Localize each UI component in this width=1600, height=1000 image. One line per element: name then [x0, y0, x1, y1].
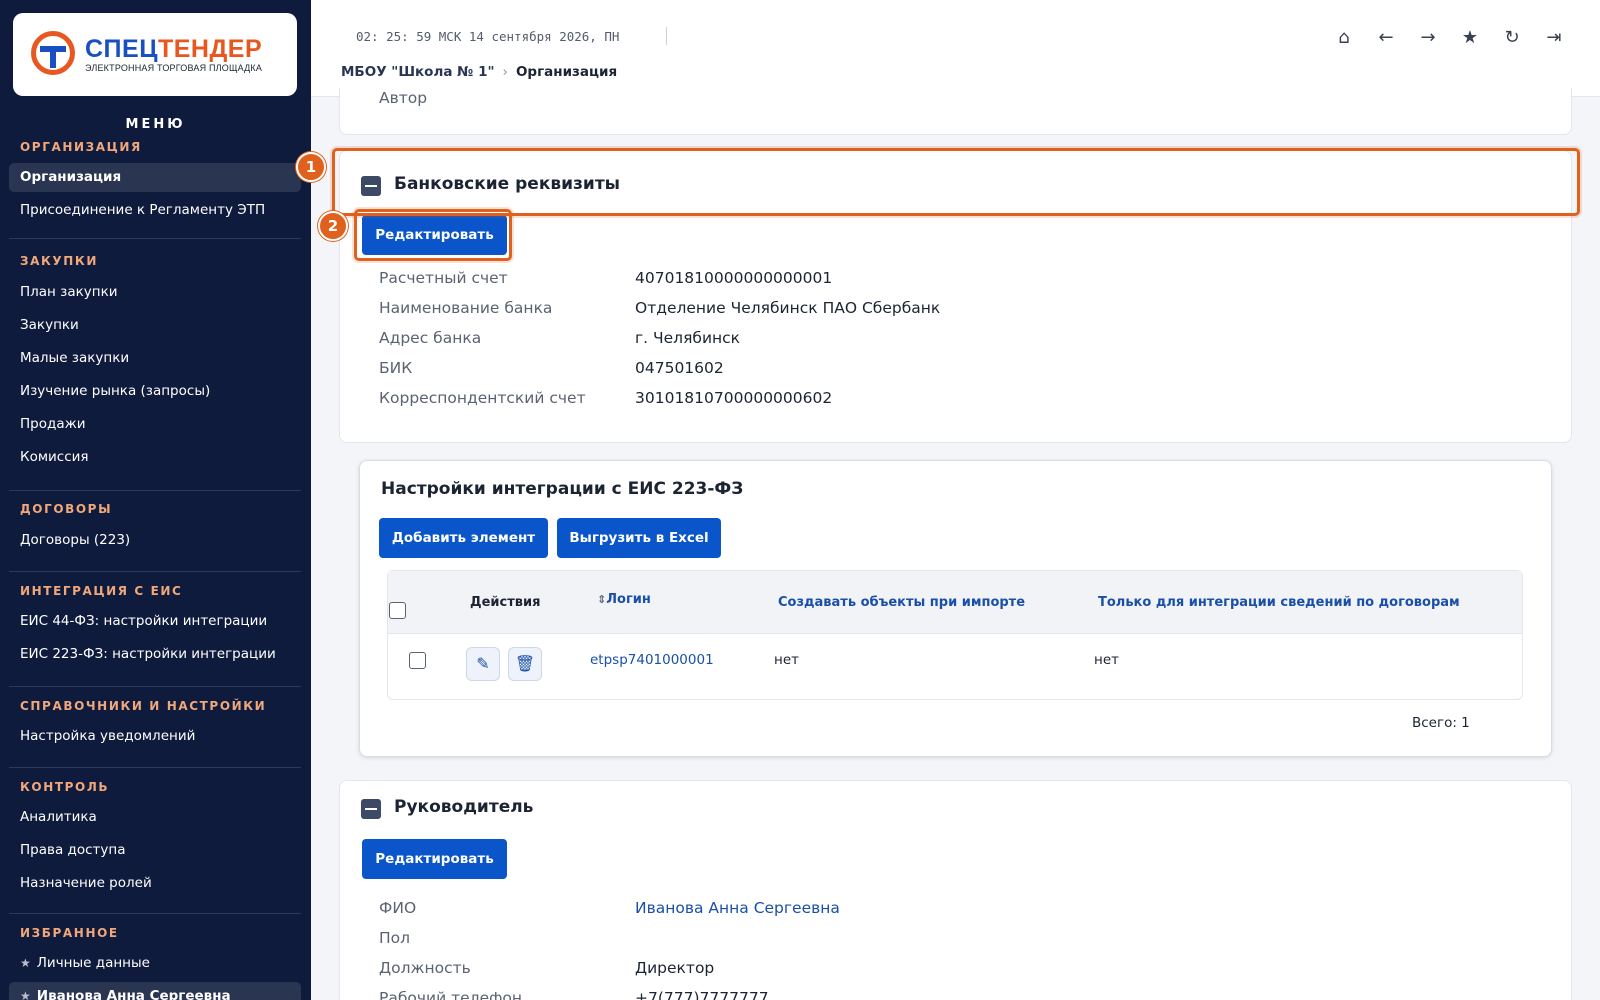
integration-table: Действия ⇕Логин Создавать объекты при им…	[387, 570, 1523, 700]
logo[interactable]: СПЕЦТЕНДЕР ЭЛЕКТРОННАЯ ТОРГОВАЯ ПЛОЩАДКА	[13, 13, 297, 96]
row-checkbox[interactable]	[409, 652, 426, 669]
callout-highlight-bank-header	[332, 148, 1580, 216]
sidebar-item-market-research[interactable]: Изучение рынка (запросы)	[9, 377, 301, 406]
sidebar-item-purchase-plan[interactable]: План закупки	[9, 278, 301, 307]
arrow-left-icon[interactable]: ←	[1373, 25, 1399, 51]
sidebar-item-access-rights[interactable]: Права доступа	[9, 836, 301, 865]
sidebar-item-small-purchases[interactable]: Малые закупки	[9, 344, 301, 373]
field-value-corr-account: 30101810700000000602	[635, 389, 833, 407]
sidebar-item-eis-44[interactable]: ЕИС 44-ФЗ: настройки интеграции	[9, 607, 301, 636]
table-row: ✎ 🗑 etpsp7401000001 нет нет	[388, 634, 1522, 699]
table-header: Действия ⇕Логин Создавать объекты при им…	[388, 571, 1522, 634]
field-value-position: Директор	[635, 959, 715, 977]
integration-title: Настройки интеграции с ЕИС 223-ФЗ	[381, 479, 744, 499]
star-icon: ★	[20, 956, 31, 970]
star-icon[interactable]: ★	[1457, 25, 1483, 51]
star-icon: ★	[20, 989, 31, 1000]
field-label-bik: БИК	[379, 359, 413, 377]
section-title-organization: ОРГАНИЗАЦИЯ	[20, 140, 142, 154]
field-label-bank-address: Адрес банка	[379, 329, 482, 347]
callout-badge-1: 1	[296, 152, 326, 182]
export-excel-button[interactable]: Выгрузить в Excel	[557, 518, 721, 558]
sidebar-item-analytics[interactable]: Аналитика	[9, 803, 301, 832]
logo-mark-icon	[31, 31, 75, 75]
field-value-bik: 047501602	[635, 359, 724, 377]
field-value-account: 40701810000000000001	[635, 269, 833, 287]
organization-details-card: Автор	[339, 88, 1572, 135]
column-create-objects[interactable]: Создавать объекты при импорте	[778, 595, 1025, 610]
section-title-control: КОНТРОЛЬ	[20, 780, 110, 794]
field-value-fio[interactable]: Иванова Анна Сергеевна	[635, 899, 840, 917]
divider	[9, 767, 301, 768]
manager-card: Руководитель Редактировать ФИО Иванова А…	[339, 780, 1572, 1000]
edit-pencil-icon[interactable]: ✎	[466, 647, 500, 681]
sidebar-item-regulation[interactable]: Присоединение к Регламенту ЭТП	[9, 196, 301, 225]
topbar: 02: 25: 59 МСК 14 сентября 2026, ПН МБОУ…	[311, 0, 1600, 97]
sort-icon: ⇕	[597, 593, 607, 606]
row-only-contracts: нет	[1094, 652, 1119, 668]
select-all-checkbox[interactable]	[389, 602, 406, 619]
refresh-icon[interactable]: ↻	[1499, 25, 1525, 51]
logo-title: СПЕЦТЕНДЕР	[85, 35, 263, 63]
row-create-objects: нет	[774, 652, 799, 668]
section-title-contracts: ДОГОВОРЫ	[20, 502, 113, 516]
section-title-references: СПРАВОЧНИКИ И НАСТРОЙКИ	[20, 699, 267, 713]
field-label-bank-name: Наименование банка	[379, 299, 553, 317]
divider	[9, 686, 301, 687]
section-title-favorites: ИЗБРАННОЕ	[20, 926, 119, 940]
section-title-eis-integration: ИНТЕГРАЦИЯ С ЕИС	[20, 584, 183, 598]
logout-icon[interactable]: ⇥	[1541, 25, 1567, 51]
integration-settings-card: Настройки интеграции с ЕИС 223-ФЗ Добави…	[359, 460, 1552, 757]
field-value-bank-address: г. Челябинск	[635, 329, 741, 347]
arrow-right-icon[interactable]: →	[1415, 25, 1441, 51]
column-login[interactable]: ⇕Логин	[597, 592, 651, 607]
logo-subtitle: ЭЛЕКТРОННАЯ ТОРГОВАЯ ПЛОЩАДКА	[85, 63, 263, 73]
field-label-author: Автор	[379, 89, 428, 107]
sidebar-item-purchases[interactable]: Закупки	[9, 311, 301, 340]
total-count: Всего: 1	[1412, 715, 1470, 731]
field-label-gender: Пол	[379, 929, 411, 947]
callout-badge-2: 2	[318, 211, 348, 241]
field-value-bank-name: Отделение Челябинск ПАО Сбербанк	[635, 299, 941, 317]
column-actions: Действия	[470, 595, 541, 610]
divider	[666, 27, 667, 45]
divider	[9, 238, 301, 239]
divider	[9, 913, 301, 914]
add-element-button[interactable]: Добавить элемент	[379, 518, 548, 558]
field-label-corr-account: Корреспондентский счет	[379, 389, 586, 407]
clock: 02: 25: 59 МСК 14 сентября 2026, ПН	[356, 29, 620, 44]
sidebar-item-notifications[interactable]: Настройка уведомлений	[9, 722, 301, 751]
divider	[9, 571, 301, 572]
breadcrumb: МБОУ "Школа № 1" › Организация	[341, 64, 618, 80]
favorite-item-user[interactable]: ★ Иванова Анна Сергеевна	[9, 982, 301, 1000]
sidebar-item-commission[interactable]: Комиссия	[9, 443, 301, 472]
breadcrumb-item-organization: Организация	[515, 64, 618, 80]
sidebar-item-contracts-223[interactable]: Договоры (223)	[9, 526, 301, 555]
home-icon[interactable]: ⌂	[1331, 25, 1357, 51]
row-login-link[interactable]: etpsp7401000001	[590, 652, 714, 668]
section-title-purchases: ЗАКУПКИ	[20, 254, 98, 268]
favorite-item-personal-data[interactable]: ★ Личные данные	[9, 949, 301, 978]
field-label-position: Должность	[379, 959, 471, 977]
manager-title: Руководитель	[394, 797, 534, 817]
manager-edit-button[interactable]: Редактировать	[362, 839, 507, 879]
field-value-work-phone: +7(777)7777777	[635, 989, 769, 1000]
sidebar-item-role-assignment[interactable]: Назначение ролей	[9, 869, 301, 898]
divider	[9, 490, 301, 491]
field-label-work-phone: Рабочий телефон	[379, 989, 522, 1000]
trash-icon[interactable]: 🗑	[508, 647, 542, 681]
sidebar: СПЕЦТЕНДЕР ЭЛЕКТРОННАЯ ТОРГОВАЯ ПЛОЩАДКА…	[0, 0, 311, 1000]
sidebar-item-sales[interactable]: Продажи	[9, 410, 301, 439]
sidebar-item-eis-223[interactable]: ЕИС 223-ФЗ: настройки интеграции	[9, 640, 301, 669]
callout-highlight-edit-button	[354, 209, 512, 261]
breadcrumb-item-school[interactable]: МБОУ "Школа № 1"	[341, 64, 495, 80]
column-only-contracts[interactable]: Только для интеграции сведений по догово…	[1098, 595, 1460, 610]
menu-title: МЕНЮ	[125, 117, 186, 132]
field-label-account: Расчетный счет	[379, 269, 508, 287]
sidebar-item-organization[interactable]: Организация	[9, 163, 301, 192]
collapse-icon[interactable]	[361, 799, 381, 819]
field-label-fio: ФИО	[379, 899, 417, 917]
